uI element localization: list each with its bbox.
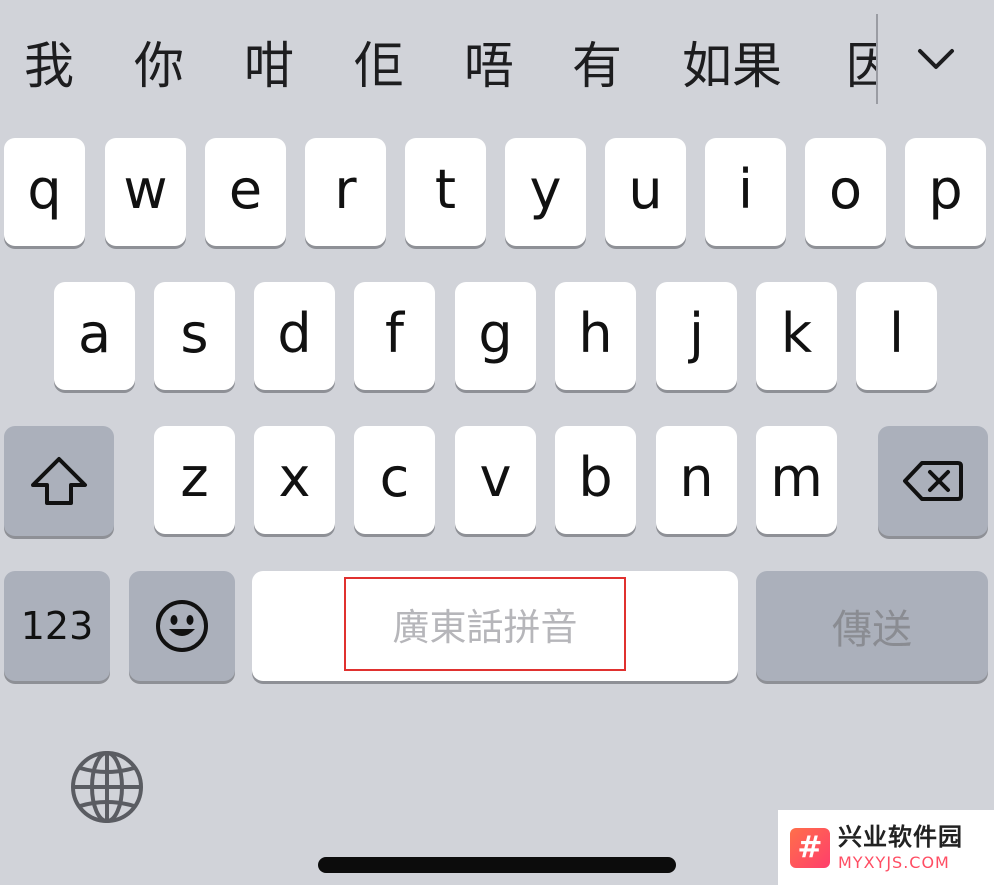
delete-key[interactable] <box>878 426 988 536</box>
key-s[interactable]: s <box>154 282 235 390</box>
key-f[interactable]: f <box>354 282 435 390</box>
key-label: r <box>334 157 357 221</box>
emoji-icon <box>156 600 208 652</box>
key-label: a <box>77 301 112 365</box>
watermark-subtitle: MYXYJS.COM <box>838 852 950 872</box>
key-u[interactable]: u <box>605 138 686 246</box>
key-i[interactable]: i <box>705 138 786 246</box>
candidate-item[interactable]: 咁 <box>244 34 294 98</box>
key-k[interactable]: k <box>756 282 837 390</box>
key-label: j <box>688 301 704 365</box>
key-m[interactable]: m <box>756 426 837 534</box>
key-label: f <box>384 301 404 365</box>
send-key-label: 傳送 <box>832 607 912 653</box>
space-highlight-box: 廣東話拼音 <box>344 577 626 671</box>
key-label: v <box>479 445 512 509</box>
candidate-item[interactable]: 唔 <box>464 34 514 98</box>
key-r[interactable]: r <box>305 138 386 246</box>
candidate-item[interactable]: 有 <box>572 34 622 98</box>
key-label: h <box>578 301 613 365</box>
key-label: p <box>928 157 963 221</box>
key-label: m <box>770 445 823 509</box>
send-key[interactable]: 傳送 <box>756 571 988 681</box>
key-q[interactable]: q <box>4 138 85 246</box>
delete-icon <box>903 461 963 501</box>
watermark: # 兴业软件园 MYXYJS.COM <box>778 810 994 885</box>
key-label: s <box>180 301 209 365</box>
key-label: c <box>379 445 410 509</box>
numbers-key-label: 123 <box>20 604 94 648</box>
key-c[interactable]: c <box>354 426 435 534</box>
key-h[interactable]: h <box>555 282 636 390</box>
key-label: t <box>434 157 457 221</box>
globe-icon <box>71 751 143 823</box>
key-n[interactable]: n <box>656 426 737 534</box>
candidate-divider <box>876 14 878 104</box>
key-label: g <box>478 301 513 365</box>
key-b[interactable]: b <box>555 426 636 534</box>
key-label: z <box>180 445 209 509</box>
key-p[interactable]: p <box>905 138 986 246</box>
key-label: y <box>529 157 562 221</box>
home-indicator[interactable] <box>318 857 676 873</box>
watermark-logo: # <box>790 827 830 868</box>
key-label: x <box>278 445 311 509</box>
key-o[interactable]: o <box>805 138 886 246</box>
watermark-text: 兴业软件园 MYXYJS.COM <box>838 825 963 871</box>
key-y[interactable]: y <box>505 138 586 246</box>
key-label: k <box>780 301 813 365</box>
candidate-item[interactable]: 如果 <box>682 34 782 98</box>
key-v[interactable]: v <box>455 426 536 534</box>
candidate-item[interactable]: 因 <box>846 34 876 98</box>
chevron-down-icon <box>918 49 954 69</box>
key-label: d <box>277 301 312 365</box>
key-label: b <box>578 445 613 509</box>
keyboard: 我 你 咁 佢 唔 有 如果 因 q w e r t y u i o p a s… <box>0 0 994 885</box>
key-label: o <box>828 157 863 221</box>
key-label: e <box>228 157 263 221</box>
key-g[interactable]: g <box>455 282 536 390</box>
candidate-item[interactable]: 我 <box>24 34 74 98</box>
key-label: n <box>679 445 714 509</box>
collapse-candidates-button[interactable] <box>906 34 966 84</box>
watermark-logo-glyph: # <box>797 829 823 865</box>
key-label: l <box>888 301 904 365</box>
key-d[interactable]: d <box>254 282 335 390</box>
key-x[interactable]: x <box>254 426 335 534</box>
numbers-key[interactable]: 123 <box>4 571 110 681</box>
candidate-bar: 我 你 咁 佢 唔 有 如果 因 <box>0 0 994 110</box>
key-label: w <box>123 157 168 221</box>
key-t[interactable]: t <box>405 138 486 246</box>
key-a[interactable]: a <box>54 282 135 390</box>
key-label: u <box>628 157 663 221</box>
space-key-label: 廣東話拼音 <box>392 606 578 649</box>
key-label: q <box>27 157 62 221</box>
emoji-key[interactable] <box>129 571 235 681</box>
watermark-title: 兴业软件园 <box>838 822 963 851</box>
key-j[interactable]: j <box>656 282 737 390</box>
key-z[interactable]: z <box>154 426 235 534</box>
candidate-item[interactable]: 佢 <box>354 34 404 98</box>
candidate-item[interactable]: 你 <box>134 34 184 98</box>
globe-button[interactable] <box>70 750 144 824</box>
key-w[interactable]: w <box>105 138 186 246</box>
key-l[interactable]: l <box>856 282 937 390</box>
key-label: i <box>737 157 753 221</box>
key-e[interactable]: e <box>205 138 286 246</box>
shift-key[interactable] <box>4 426 114 536</box>
shift-icon <box>31 457 87 505</box>
space-key[interactable]: 廣東話拼音 <box>252 571 738 681</box>
